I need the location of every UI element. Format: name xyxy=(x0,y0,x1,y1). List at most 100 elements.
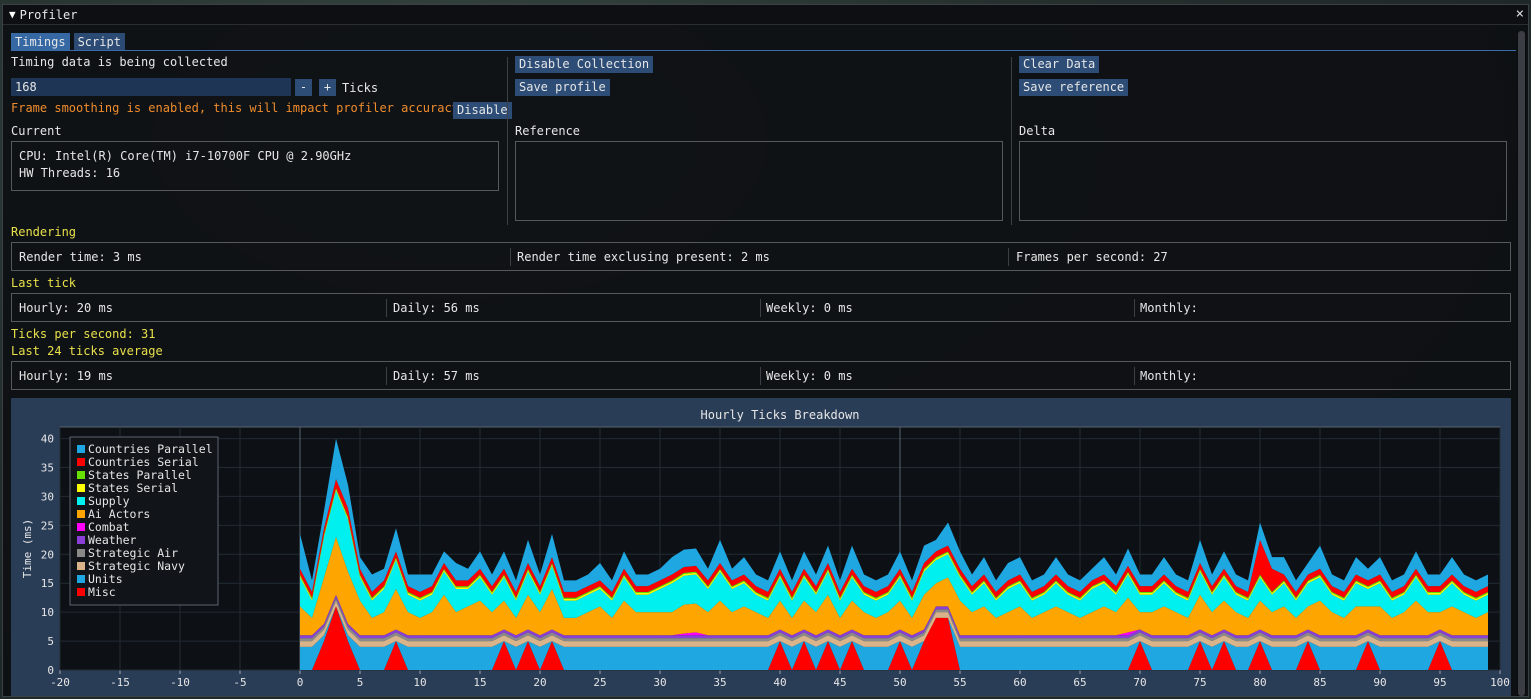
column-divider xyxy=(507,57,508,225)
legend-entry: Ai Actors xyxy=(88,507,150,521)
x-tick-label: 20 xyxy=(533,676,546,689)
x-tick-label: 60 xyxy=(1013,676,1026,689)
legend-entry: Countries Parallel xyxy=(88,442,213,456)
legend-swatch xyxy=(77,562,85,570)
legend-entry: States Serial xyxy=(88,481,178,495)
last-tick-monthly: Monthly: xyxy=(1140,301,1198,315)
x-tick-label: -10 xyxy=(170,676,190,689)
tab-timings[interactable]: Timings xyxy=(11,33,70,51)
avg-monthly: Monthly: xyxy=(1140,369,1198,383)
ticks-increment-button[interactable]: + xyxy=(319,79,336,96)
last-tick-row: Hourly: 20 ms Daily: 56 ms Weekly: 0 ms … xyxy=(11,293,1511,322)
x-tick-label: 35 xyxy=(713,676,726,689)
clear-data-button[interactable]: Clear Data xyxy=(1019,56,1100,73)
cell-divider xyxy=(760,299,761,317)
chart-svg: Hourly Ticks Breakdown -20 -15 -10 -5 0 5 10 15 2… xyxy=(21,408,1510,689)
x-tick-label: 40 xyxy=(773,676,786,689)
close-icon[interactable]: × xyxy=(1516,6,1524,22)
reference-panel xyxy=(515,141,1003,221)
y-tick-label: 30 xyxy=(41,490,54,503)
x-tick-label: 15 xyxy=(473,676,486,689)
legend-entry: Countries Serial xyxy=(88,455,199,469)
x-tick-label: 95 xyxy=(1433,676,1446,689)
ticks-decrement-button[interactable]: - xyxy=(295,79,312,96)
y-tick-label: 35 xyxy=(41,462,54,475)
legend-entry: Supply xyxy=(88,494,130,508)
x-tick-label: 45 xyxy=(833,676,846,689)
y-tick-label: 15 xyxy=(41,577,54,590)
cell-divider xyxy=(386,299,387,317)
render-time-excl-present: Render time exclusing present: 2 ms xyxy=(517,250,770,264)
disable-collection-button[interactable]: Disable Collection xyxy=(515,56,654,73)
reference-label: Reference xyxy=(515,124,581,138)
legend-swatch xyxy=(77,523,85,531)
collection-status: Timing data is being collected xyxy=(11,55,228,69)
current-panel: CPU: Intel(R) Core(TM) i7-10700F CPU @ 2… xyxy=(11,141,499,191)
vertical-scrollbar[interactable] xyxy=(1517,31,1526,696)
legend-entry: Units xyxy=(88,572,123,586)
x-tick-label: 100 xyxy=(1490,676,1510,689)
x-tick-label: 50 xyxy=(893,676,906,689)
window-titlebar[interactable]: ▼ Profiler × xyxy=(3,5,1528,25)
legend-swatch xyxy=(77,445,85,453)
x-tick-label: 55 xyxy=(953,676,966,689)
delta-panel xyxy=(1019,141,1507,221)
x-tick-label: 5 xyxy=(357,676,364,689)
column-divider xyxy=(1011,57,1012,225)
x-tick-label: 65 xyxy=(1073,676,1086,689)
scrollbar-thumb[interactable] xyxy=(1518,31,1525,696)
x-tick-label: 0 xyxy=(297,676,304,689)
y-tick-label: 10 xyxy=(41,606,54,619)
last-tick-daily: Daily: 56 ms xyxy=(393,301,480,315)
legend-entry: Strategic Navy xyxy=(88,559,185,573)
legend-swatch xyxy=(77,536,85,544)
x-tick-label: 25 xyxy=(593,676,606,689)
render-time: Render time: 3 ms xyxy=(19,250,142,264)
legend-entry: States Parallel xyxy=(88,468,192,482)
legend-entry: Misc xyxy=(88,585,116,599)
last-tick-weekly: Weekly: 0 ms xyxy=(766,301,853,315)
cell-divider xyxy=(1134,299,1135,317)
avg-hourly: Hourly: 19 ms xyxy=(19,369,113,383)
x-tick-label: 70 xyxy=(1133,676,1146,689)
y-tick-label: 20 xyxy=(41,548,54,561)
ticks-label: Ticks xyxy=(342,81,379,95)
x-tick-label: 80 xyxy=(1253,676,1266,689)
avg-daily: Daily: 57 ms xyxy=(393,369,480,383)
legend-swatch xyxy=(77,484,85,492)
y-tick-label: 0 xyxy=(47,664,54,677)
y-tick-label: 5 xyxy=(47,635,54,648)
legend-swatch xyxy=(77,588,85,596)
rendering-heading: Rendering xyxy=(11,225,77,239)
x-tick-label: -20 xyxy=(50,676,70,689)
frames-per-second: Frames per second: 27 xyxy=(1016,250,1168,264)
chart-title: Hourly Ticks Breakdown xyxy=(701,408,860,422)
ticks-per-second: Ticks per second: 31 xyxy=(11,327,156,341)
hw-threads-info: HW Threads: 16 xyxy=(19,166,121,180)
legend-entry: Weather xyxy=(88,533,137,547)
avg-weekly: Weekly: 0 ms xyxy=(766,369,853,383)
average-row: Hourly: 19 ms Daily: 57 ms Weekly: 0 ms … xyxy=(11,361,1511,390)
last-tick-hourly: Hourly: 20 ms xyxy=(19,301,113,315)
save-reference-button[interactable]: Save reference xyxy=(1019,79,1129,96)
x-tick-label: -5 xyxy=(233,676,246,689)
hourly-ticks-chart[interactable]: Hourly Ticks Breakdown -20 -15 -10 -5 0 5 10 15 2… xyxy=(11,398,1511,696)
y-tick-label: 40 xyxy=(41,433,54,446)
cell-divider xyxy=(386,367,387,385)
rendering-row: Render time: 3 ms Render time exclusing … xyxy=(11,242,1511,271)
average-heading: Last 24 ticks average xyxy=(11,344,163,358)
legend-entry: Strategic Air xyxy=(88,546,178,560)
x-tick-label: 10 xyxy=(413,676,426,689)
save-profile-button[interactable]: Save profile xyxy=(515,79,610,96)
collapse-arrow-icon[interactable]: ▼ xyxy=(9,8,16,21)
x-tick-label: -15 xyxy=(110,676,130,689)
tab-underline xyxy=(11,50,1516,51)
disable-smoothing-button[interactable]: Disable xyxy=(453,102,512,119)
y-tick-label: 25 xyxy=(41,519,54,532)
x-tick-label: 30 xyxy=(653,676,666,689)
profiler-window: ▼ Profiler × Timings Script Timing data … xyxy=(2,4,1529,697)
tab-script[interactable]: Script xyxy=(73,33,125,51)
ticks-input[interactable]: 168 xyxy=(11,78,291,96)
y-axis-label: Time (ms) xyxy=(21,519,34,579)
legend-swatch xyxy=(77,510,85,518)
